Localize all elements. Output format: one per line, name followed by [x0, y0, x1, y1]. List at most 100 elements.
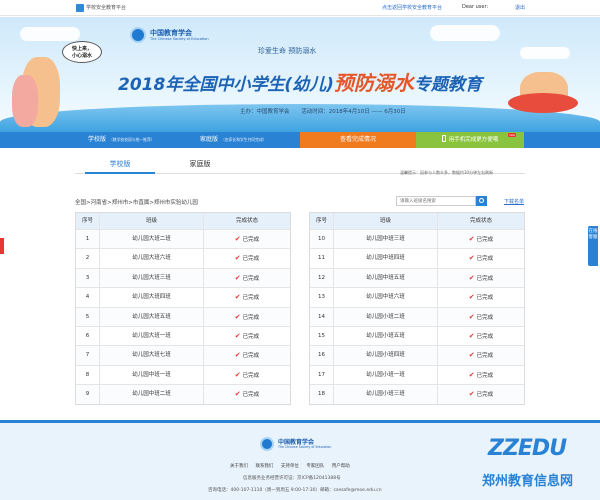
row-number: 10: [310, 230, 334, 249]
class-search-input[interactable]: [396, 196, 476, 206]
nav-school-sub: （教学校校园与统一推荐）: [109, 137, 155, 142]
tab-family[interactable]: 家庭版: [165, 157, 235, 174]
checkmark-icon: ✔: [468, 370, 475, 379]
logout-link[interactable]: 退出: [515, 4, 525, 11]
mobile-completion-button[interactable]: 用手机完成更方便哦 new: [416, 132, 524, 148]
download-list-link[interactable]: 下载名单: [504, 198, 524, 205]
col-class-header: 班级: [334, 213, 438, 229]
online-service-button[interactable]: 在线客服: [588, 226, 598, 266]
row-class-name: 幼儿园大班三班: [100, 268, 204, 288]
view-progress-button[interactable]: 查看完成情况: [300, 132, 416, 148]
table-row: 11 幼儿园中班四班 ✔ 已完成: [310, 248, 524, 268]
nav-family-label: 家庭版: [200, 136, 219, 143]
watermark-logo-text: ZZEDU: [488, 436, 567, 461]
search-icon[interactable]: [476, 196, 487, 206]
checkmark-icon: ✔: [234, 273, 241, 282]
row-status: ✔ 已完成: [438, 269, 524, 287]
user-greeting: Dear user:: [462, 4, 489, 10]
table-row: 18 幼儿园小班三班 ✔ 已完成: [310, 384, 524, 404]
footer-link-about[interactable]: 关于我们: [230, 464, 248, 469]
nav-family-edition[interactable]: 家庭版 （由家长和学生共同完成）: [200, 132, 267, 148]
col-class-header: 班级: [100, 213, 204, 229]
row-status-text: 已完成: [242, 256, 260, 263]
table-row: 16 幼儿园小班四班 ✔ 已完成: [310, 345, 524, 365]
row-class-name: 幼儿园大班七班: [100, 346, 204, 365]
row-status-text: 已完成: [476, 314, 494, 321]
row-status-text: 已完成: [242, 275, 260, 282]
row-class-name: 幼儿园小班三班: [334, 385, 438, 404]
row-status: ✔ 已完成: [438, 385, 524, 403]
checkmark-icon: ✔: [468, 390, 475, 399]
table-row: 7 幼儿园大班七班 ✔ 已完成: [76, 345, 290, 365]
table-row: 5 幼儿园大班五班 ✔ 已完成: [76, 306, 290, 326]
checkmark-icon: ✔: [468, 235, 475, 243]
footer-org-english: The Chinese Society of Education: [278, 445, 332, 449]
row-class-name: 幼儿园大班六班: [100, 249, 204, 268]
row-class-name: 幼儿园大班一班: [100, 326, 204, 346]
row-number: 4: [76, 288, 100, 307]
table-row: 10 幼儿园中班三班 ✔ 已完成: [310, 229, 524, 249]
bubble-line-1: 快上来，: [71, 46, 92, 52]
headline-prefix: 2018年全国中小学生(幼儿): [118, 75, 334, 95]
table-header: 序号 班级 完成状态: [76, 213, 290, 229]
checkmark-icon: ✔: [234, 293, 241, 302]
footer-link-support[interactable]: 支持单位: [281, 464, 299, 469]
checkmark-icon: ✔: [468, 312, 475, 321]
col-status-header: 完成状态: [235, 218, 258, 224]
table-row: 12 幼儿园中班五班 ✔ 已完成: [310, 267, 524, 288]
row-status: ✔ 已完成: [204, 308, 290, 326]
footer-link-help[interactable]: 用户帮助: [332, 464, 350, 469]
return-platform-link[interactable]: 点击返回学校安全教育平台: [382, 4, 442, 11]
left-float-tab[interactable]: [0, 238, 4, 254]
row-number: 9: [76, 385, 100, 404]
table-row: 1 幼儿园大班二班 ✔ 已完成: [76, 229, 290, 249]
row-class-name: 幼儿园大班二班: [100, 230, 204, 249]
date-text: 活动时间：2018年4月10日 —— 6月30日: [301, 109, 406, 115]
checkmark-icon: ✔: [468, 351, 475, 360]
banner-headline: 2018年全国中小学生(幼儿)预防溺水专题教育: [118, 67, 482, 96]
footer-link-experts[interactable]: 专家团队: [306, 464, 324, 469]
class-table-left: 序号 班级 完成状态 1 幼儿园大班二班 ✔ 已完成 2 幼儿园大班六班 ✔ 已完成 3 幼儿园大…: [75, 212, 291, 405]
row-status-text: 已完成: [242, 372, 260, 379]
platform-logo-icon[interactable]: [76, 4, 84, 12]
row-number: 16: [310, 346, 334, 365]
row-status: ✔ 已完成: [438, 346, 524, 364]
checkmark-icon: ✔: [234, 390, 241, 399]
row-number: 6: [76, 326, 100, 346]
table-row: 3 幼儿园大班三班 ✔ 已完成: [76, 267, 290, 288]
mobile-label: 用手机完成更方便哦: [448, 137, 499, 143]
col-no-header: 序号: [76, 213, 100, 229]
new-badge: new: [507, 133, 516, 137]
watermark-site-name: 郑州教育信息网: [482, 474, 574, 489]
nav-school-edition[interactable]: 学校版 （教学校校园与统一推荐）: [88, 132, 155, 148]
refresh-tip: 温馨提示：因参与人数众多，数据约30分钟左右刷新: [400, 170, 494, 175]
tab-school[interactable]: 学校版: [85, 157, 155, 174]
footer-link-contact[interactable]: 联系我们: [255, 464, 273, 469]
platform-name[interactable]: 学校安全教育平台: [86, 4, 126, 11]
row-status: ✔ 已完成: [438, 327, 524, 345]
row-status-text: 已完成: [476, 392, 494, 399]
row-number: 15: [310, 326, 334, 346]
footer-links: 关于我们 联系我们 支持单位 专家团队 用户帮助: [230, 463, 356, 469]
row-status: ✔ 已完成: [204, 327, 290, 345]
table-row: 17 幼儿园小班一班 ✔ 已完成: [310, 364, 524, 385]
row-number: 17: [310, 365, 334, 385]
row-status: ✔ 已完成: [204, 385, 290, 403]
breadcrumb[interactable]: 全国>河南省>郑州市>市直属>郑州市实验幼儿园: [75, 198, 198, 206]
row-status-text: 已完成: [476, 353, 494, 360]
banner-meta: 主办：中国教育学会 活动时间：2018年4月10日 —— 6月30日: [240, 107, 416, 115]
row-status-text: 已完成: [476, 256, 494, 263]
checkmark-icon: ✔: [468, 331, 475, 340]
row-class-name: 幼儿园小班二班: [334, 307, 438, 326]
row-status: ✔ 已完成: [204, 366, 290, 384]
campaign-banner: 快上来， 小心溺水 中国教育学会 The Chinese Society of …: [0, 17, 600, 132]
row-status: ✔ 已完成: [438, 366, 524, 384]
row-status-text: 已完成: [242, 392, 260, 399]
headline-emphasis: 预防溺水: [333, 71, 414, 95]
row-status: ✔ 已完成: [438, 288, 524, 306]
row-status: ✔ 已完成: [438, 249, 524, 267]
contact-info: 咨询电话：400-107-1110（周一到周五 9:00-17:30）邮箱：cs…: [208, 488, 382, 493]
cloud-decoration: [20, 27, 80, 41]
row-class-name: 幼儿园小班四班: [334, 346, 438, 365]
row-class-name: 幼儿园中班四班: [334, 249, 438, 268]
